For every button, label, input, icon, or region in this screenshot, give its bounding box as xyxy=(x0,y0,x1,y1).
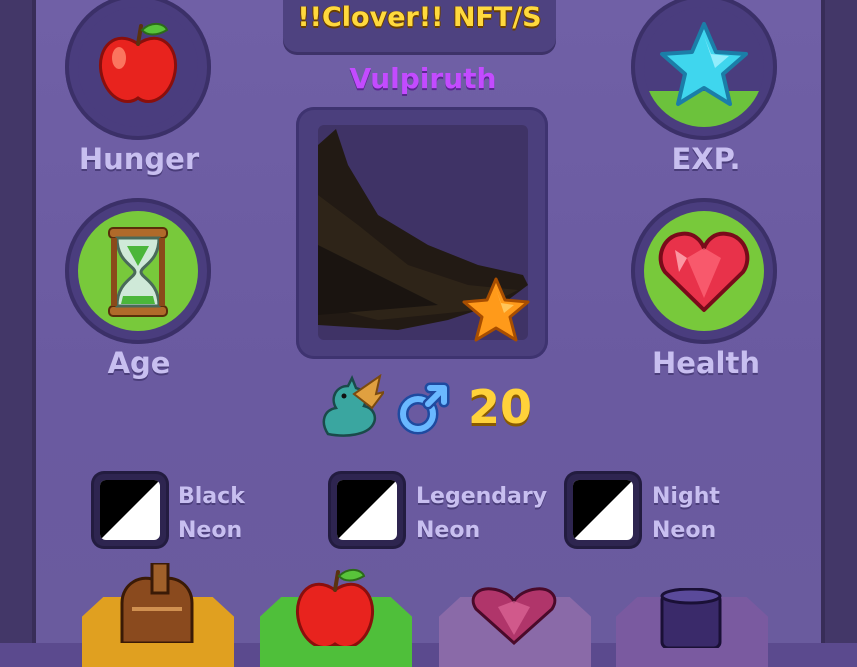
hunger-meter[interactable] xyxy=(65,0,211,140)
star-icon xyxy=(660,22,748,106)
exp-label: EXP. xyxy=(671,142,741,176)
star-icon xyxy=(462,277,530,342)
health-label: Health xyxy=(652,346,760,380)
black-white-swatch-icon xyxy=(573,480,633,540)
heart-gem-icon xyxy=(471,587,557,645)
hunger-label: Hunger xyxy=(78,142,200,176)
dragon-icon xyxy=(322,374,384,437)
owner-title: !!Clover!! NFT/S xyxy=(297,2,542,33)
legendary-neon-checkbox[interactable] xyxy=(331,474,403,546)
black-neon-label: Black Neon xyxy=(178,484,245,543)
apple-icon xyxy=(295,569,375,646)
pet-name: Vulpiruth xyxy=(349,62,497,95)
age-label: Age xyxy=(107,346,171,380)
right-frame xyxy=(821,0,857,643)
black-neon-checkbox[interactable] xyxy=(94,474,166,546)
heart-icon xyxy=(658,231,750,312)
health-meter[interactable] xyxy=(631,198,777,344)
pet-portrait-frame[interactable] xyxy=(296,107,548,359)
top-hat-icon xyxy=(660,588,722,648)
legendary-neon-label: Legendary Neon xyxy=(416,484,548,543)
male-symbol-icon xyxy=(397,382,450,435)
saddle-icon xyxy=(120,563,194,643)
night-neon-checkbox[interactable] xyxy=(567,474,639,546)
age-meter[interactable] xyxy=(65,198,211,344)
black-white-swatch-icon xyxy=(100,480,160,540)
title-plate: !!Clover!! NFT/S xyxy=(283,0,556,52)
night-neon-label: Night Neon xyxy=(652,484,720,543)
apple-icon xyxy=(98,23,178,104)
pet-info-row: 20 xyxy=(318,372,558,442)
pet-age-number: 20 xyxy=(468,380,533,434)
hourglass-icon xyxy=(108,227,168,317)
left-frame xyxy=(0,0,36,643)
exp-meter[interactable] xyxy=(631,0,777,140)
black-white-swatch-icon xyxy=(337,480,397,540)
